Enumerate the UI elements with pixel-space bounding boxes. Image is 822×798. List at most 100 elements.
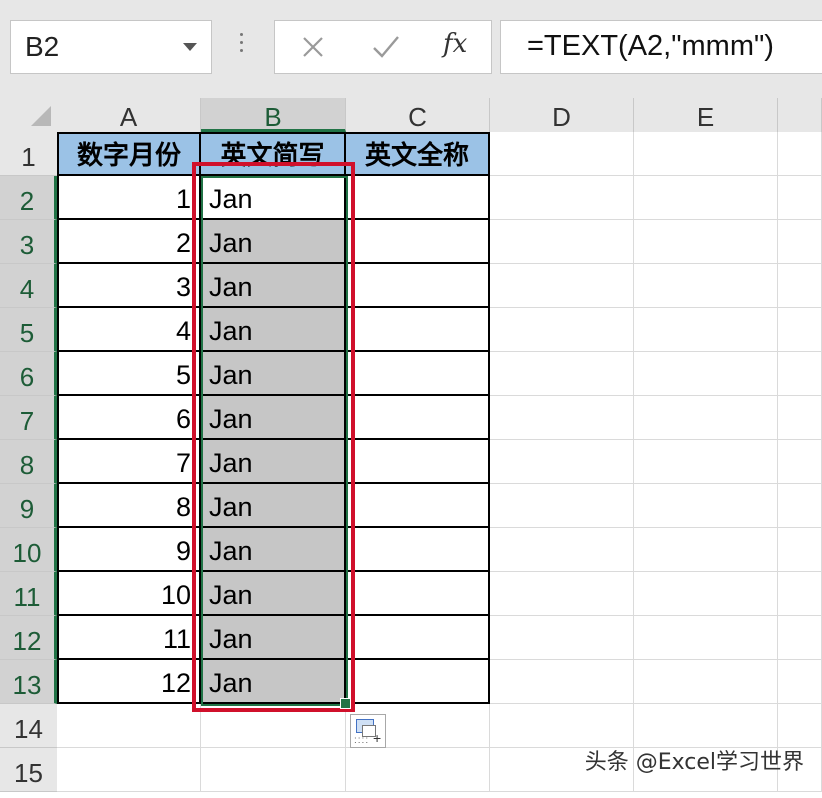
grid-cell[interactable] [778, 616, 822, 660]
grid-cell[interactable] [346, 748, 490, 792]
grid-cell[interactable] [490, 264, 634, 308]
grid-cell[interactable] [490, 660, 634, 704]
column-header-c[interactable]: C [346, 98, 490, 132]
grid-cell[interactable] [490, 528, 634, 572]
column-header-b[interactable]: B [201, 98, 346, 132]
grid-cell[interactable] [634, 220, 778, 264]
column-header-e[interactable]: E [634, 98, 778, 132]
cell-a3[interactable]: 2 [57, 220, 201, 264]
row-header-5[interactable]: 5 [0, 308, 57, 352]
grid-cell[interactable] [490, 704, 634, 748]
grid-cell[interactable] [490, 308, 634, 352]
row-header-4[interactable]: 4 [0, 264, 57, 308]
name-box[interactable]: B2 [10, 20, 212, 74]
cell-a8[interactable]: 7 [57, 440, 201, 484]
grid-cell[interactable] [490, 396, 634, 440]
cancel-x-icon[interactable] [301, 35, 325, 59]
grid-cell[interactable] [634, 132, 778, 176]
cell-c7[interactable] [346, 396, 490, 440]
grid-cell[interactable] [490, 484, 634, 528]
cell-c12[interactable] [346, 616, 490, 660]
grid-cell[interactable] [634, 484, 778, 528]
cell-a4[interactable]: 3 [57, 264, 201, 308]
select-all-corner[interactable] [0, 98, 57, 132]
cell-c13[interactable] [346, 660, 490, 704]
formula-text[interactable]: =TEXT(A2,"mmm") [527, 30, 774, 63]
grid-cell[interactable] [778, 352, 822, 396]
grid-cell[interactable] [490, 220, 634, 264]
table-header-cell[interactable]: 数字月份 [57, 132, 201, 176]
auto-fill-options-button[interactable]: :::: + [350, 714, 386, 748]
cell-a9[interactable]: 8 [57, 484, 201, 528]
cell-a2[interactable]: 1 [57, 176, 201, 220]
cell-a6[interactable]: 5 [57, 352, 201, 396]
row-header-3[interactable]: 3 [0, 220, 57, 264]
cell-c11[interactable] [346, 572, 490, 616]
grid-cell[interactable] [634, 440, 778, 484]
cell-a11[interactable]: 10 [57, 572, 201, 616]
row-header-14[interactable]: 14 [0, 704, 57, 748]
cell-c3[interactable] [346, 220, 490, 264]
drag-handle-icon[interactable] [240, 33, 244, 57]
grid-cell[interactable] [634, 396, 778, 440]
formula-input[interactable]: =TEXT(A2,"mmm") [500, 20, 822, 74]
grid-cell[interactable] [634, 352, 778, 396]
grid-cell[interactable] [778, 264, 822, 308]
cell-c6[interactable] [346, 352, 490, 396]
row-header-2[interactable]: 2 [0, 176, 57, 220]
row-header-13[interactable]: 13 [0, 660, 57, 704]
cell-c4[interactable] [346, 264, 490, 308]
grid-cell[interactable] [490, 176, 634, 220]
grid-cell[interactable] [57, 704, 201, 748]
name-box-value[interactable]: B2 [25, 31, 59, 63]
grid-cell[interactable] [57, 748, 201, 792]
grid-cell[interactable] [778, 660, 822, 704]
row-header-6[interactable]: 6 [0, 352, 57, 396]
grid-cell[interactable] [490, 352, 634, 396]
grid-cell[interactable] [634, 308, 778, 352]
cell-c2[interactable] [346, 176, 490, 220]
select-all-icon[interactable] [31, 106, 51, 126]
row-header-9[interactable]: 9 [0, 484, 57, 528]
grid-cell[interactable] [634, 264, 778, 308]
column-header-a[interactable]: A [57, 98, 201, 132]
cell-c9[interactable] [346, 484, 490, 528]
grid-cell[interactable] [634, 528, 778, 572]
grid-cell[interactable] [634, 176, 778, 220]
grid-cell[interactable] [634, 572, 778, 616]
grid-cell[interactable] [778, 440, 822, 484]
grid-cell[interactable] [634, 660, 778, 704]
enter-check-icon[interactable] [371, 33, 401, 61]
grid-cell[interactable] [778, 220, 822, 264]
dropdown-arrow-icon[interactable] [183, 43, 197, 51]
row-header-12[interactable]: 12 [0, 616, 57, 660]
fill-handle[interactable] [340, 698, 351, 709]
cell-c10[interactable] [346, 528, 490, 572]
grid-cell[interactable] [490, 440, 634, 484]
row-header-1[interactable]: 1 [0, 132, 57, 176]
row-header-10[interactable]: 10 [0, 528, 57, 572]
cell-a5[interactable]: 4 [57, 308, 201, 352]
grid-cell[interactable] [490, 616, 634, 660]
column-header-f[interactable] [778, 98, 822, 132]
cell-a10[interactable]: 9 [57, 528, 201, 572]
table-header-cell[interactable]: 英文全称 [346, 132, 490, 176]
row-header-11[interactable]: 11 [0, 572, 57, 616]
row-header-8[interactable]: 8 [0, 440, 57, 484]
grid-cell[interactable] [490, 132, 634, 176]
column-header-d[interactable]: D [490, 98, 634, 132]
grid-cell[interactable] [634, 616, 778, 660]
cell-a7[interactable]: 6 [57, 396, 201, 440]
insert-function-icon[interactable]: fx [443, 29, 467, 59]
grid-cell[interactable] [778, 572, 822, 616]
grid-cell[interactable] [778, 704, 822, 748]
grid-cell[interactable] [490, 572, 634, 616]
grid-cell[interactable] [201, 748, 346, 792]
grid-cell[interactable] [778, 396, 822, 440]
grid-cell[interactable] [778, 308, 822, 352]
grid-cell[interactable] [778, 484, 822, 528]
row-header-15[interactable]: 15 [0, 748, 57, 792]
cell-a12[interactable]: 11 [57, 616, 201, 660]
cell-c5[interactable] [346, 308, 490, 352]
cell-a13[interactable]: 12 [57, 660, 201, 704]
